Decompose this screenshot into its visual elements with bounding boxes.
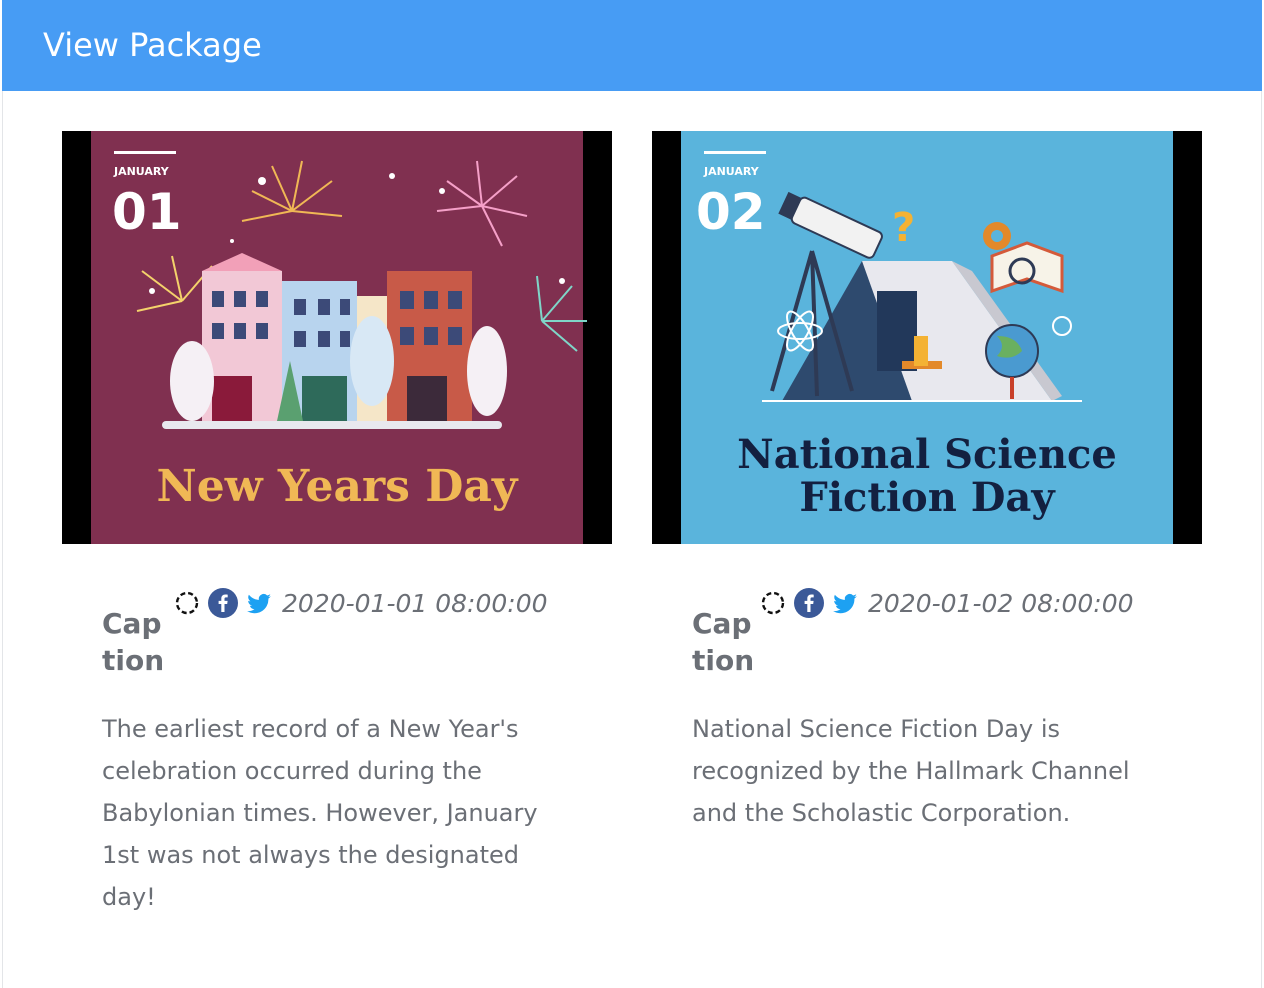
image-month: JANUARY bbox=[703, 165, 760, 178]
page-header: View Package bbox=[2, 0, 1262, 91]
image-month: JANUARY bbox=[113, 165, 170, 178]
facebook-icon[interactable] bbox=[208, 588, 238, 618]
refresh-icon[interactable] bbox=[758, 588, 788, 618]
caption-label: Caption bbox=[102, 607, 165, 677]
image-title-line1: National Science bbox=[737, 431, 1117, 478]
post-date: 2020-01-02 08:00:00 bbox=[868, 588, 1134, 618]
post-image[interactable]: JANUARY 01 New Years Day bbox=[62, 131, 612, 544]
post-meta: 2020-01-01 08:00:00 bbox=[172, 583, 548, 623]
post-image[interactable]: JANUARY 02 ? National Science Fiction Da… bbox=[652, 131, 1202, 544]
twitter-icon[interactable] bbox=[244, 588, 274, 618]
post-date: 2020-01-01 08:00:00 bbox=[282, 588, 548, 618]
image-title-line2: Fiction Day bbox=[799, 474, 1056, 521]
post-meta: 2020-01-02 08:00:00 bbox=[758, 583, 1134, 623]
facebook-icon[interactable] bbox=[794, 588, 824, 618]
image-day: 01 bbox=[112, 183, 182, 241]
refresh-icon[interactable] bbox=[172, 588, 202, 618]
image-day: 02 bbox=[696, 183, 766, 241]
image-title: New Years Day bbox=[156, 461, 518, 512]
caption-text: The earliest record of a New Year's cele… bbox=[102, 715, 538, 911]
caption-label: Caption bbox=[692, 607, 755, 677]
post-image-graphic: JANUARY 01 New Years Day bbox=[91, 131, 587, 544]
page-title: View Package bbox=[43, 26, 262, 64]
post-image-graphic: JANUARY 02 ? National Science Fiction Da… bbox=[681, 131, 1173, 544]
svg-text:?: ? bbox=[892, 205, 915, 251]
twitter-icon[interactable] bbox=[830, 588, 860, 618]
caption-text: National Science Fiction Day is recogniz… bbox=[692, 715, 1130, 827]
